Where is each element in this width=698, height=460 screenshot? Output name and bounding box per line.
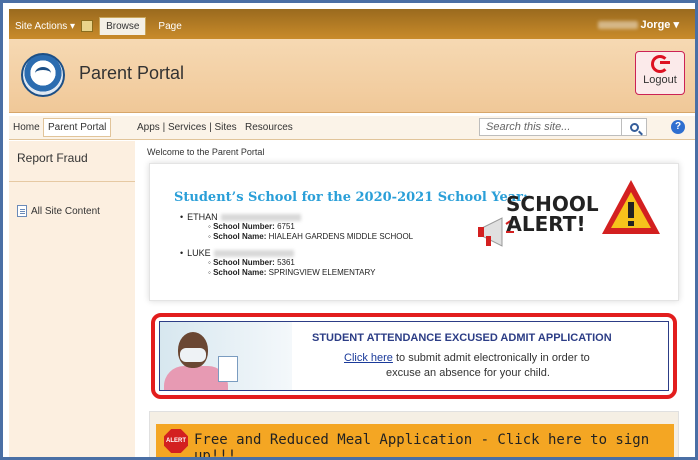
attendance-line-1: Click here to submit admit electronicall… [344, 352, 590, 364]
sidebar-item-all-site-content[interactable]: All Site Content [17, 205, 100, 217]
meal-application-banner[interactable]: ALERT Free and Reduced Meal Application … [156, 424, 674, 457]
school-number-line: ◦ School Number: 5361 [208, 258, 295, 267]
browser-frame: Site Actions ▾ Browse Page Jorge ▾ Paren… [0, 0, 698, 460]
school-district-logo[interactable] [21, 53, 65, 97]
nav-item-resources[interactable]: Resources [245, 122, 293, 133]
document-icon [17, 205, 27, 217]
sidebar-divider [9, 181, 135, 182]
warning-icon [602, 180, 660, 234]
edit-page-icon[interactable] [81, 20, 94, 32]
site-actions-menu[interactable]: Site Actions ▾ [15, 21, 75, 32]
school-info-panel: Student’s School for the 2020-2021 Schoo… [149, 163, 679, 301]
logout-button[interactable]: Logout [635, 51, 685, 95]
meal-application-panel: ALERT Free and Reduced Meal Application … [149, 411, 679, 457]
sidebar-item-report-fraud[interactable]: Report Fraud [17, 151, 88, 165]
all-site-content-label: All Site Content [31, 205, 100, 217]
student-name: ETHAN [187, 212, 218, 222]
top-navigation: Home Parent Portal Apps | Services | Sit… [9, 116, 695, 140]
click-here-link[interactable]: Click here [344, 352, 393, 364]
student-photo [160, 322, 292, 390]
tab-browse[interactable]: Browse [99, 17, 147, 35]
search-icon [629, 122, 639, 132]
left-sidebar: Report Fraud All Site Content [9, 141, 135, 457]
main-content: Welcome to the Parent Portal Student’s S… [141, 141, 693, 457]
nav-item-parent-portal[interactable]: Parent Portal [43, 118, 112, 137]
student-name: LUKE [187, 248, 211, 258]
attendance-line-2: excuse an absence for your child. [386, 367, 550, 379]
redacted-surname [213, 249, 294, 257]
student-item: ETHAN ◦ School Number: 6751 ◦ School Nam… [180, 212, 413, 242]
ribbon-bar: Site Actions ▾ Browse Page Jorge ▾ [9, 9, 695, 39]
site-header: Parent Portal Logout [9, 39, 695, 113]
site-title[interactable]: Parent Portal [79, 63, 184, 84]
logout-label: Logout [643, 74, 677, 86]
attendance-highlight-box: STUDENT ATTENDANCE EXCUSED ADMIT APPLICA… [151, 313, 677, 399]
student-list: ETHAN ◦ School Number: 6751 ◦ School Nam… [180, 212, 413, 282]
school-name-line: ◦ School Name: SPRINGVIEW ELEMENTARY [208, 268, 376, 277]
student-item: LUKE ◦ School Number: 5361 ◦ School Name… [180, 248, 413, 278]
school-number-line: ◦ School Number: 6751 [208, 222, 295, 231]
welcome-text: Welcome to the Parent Portal [147, 147, 265, 157]
logout-icon [651, 55, 670, 73]
redacted-surname [220, 213, 301, 221]
nav-item-home[interactable]: Home [13, 122, 40, 133]
attendance-banner[interactable]: STUDENT ATTENDANCE EXCUSED ADMIT APPLICA… [159, 321, 669, 391]
school-alert-text: SCHOOL ALERT! [506, 192, 599, 236]
attendance-title: STUDENT ATTENDANCE EXCUSED ADMIT APPLICA… [312, 332, 612, 344]
user-menu[interactable]: Jorge ▾ [598, 18, 679, 31]
meal-application-link[interactable]: Free and Reduced Meal Application - Clic… [194, 432, 674, 457]
tab-page[interactable]: Page [152, 18, 187, 35]
search-button[interactable] [621, 118, 647, 136]
stop-sign-icon: ALERT [164, 429, 188, 453]
redacted-name [598, 21, 639, 30]
school-year-heading: Student’s School for the 2020-2021 Schoo… [174, 190, 528, 205]
help-icon[interactable]: ? [671, 120, 685, 134]
nav-item-apps-services-sites[interactable]: Apps | Services | Sites [137, 122, 237, 133]
school-name-line: ◦ School Name: HIALEAH GARDENS MIDDLE SC… [208, 232, 414, 241]
